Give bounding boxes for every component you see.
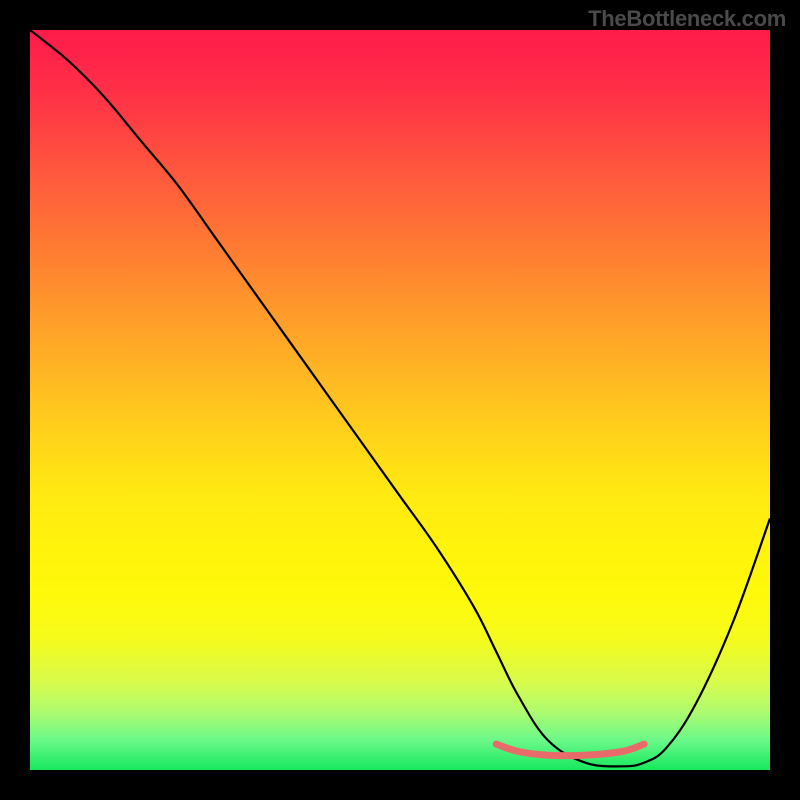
plot-area: [30, 30, 770, 770]
optimal-band-path: [496, 744, 644, 756]
curve-overlay: [30, 30, 770, 770]
bottleneck-curve-path: [30, 30, 770, 766]
chart-container: TheBottleneck.com: [0, 0, 800, 800]
watermark-text: TheBottleneck.com: [588, 6, 786, 32]
